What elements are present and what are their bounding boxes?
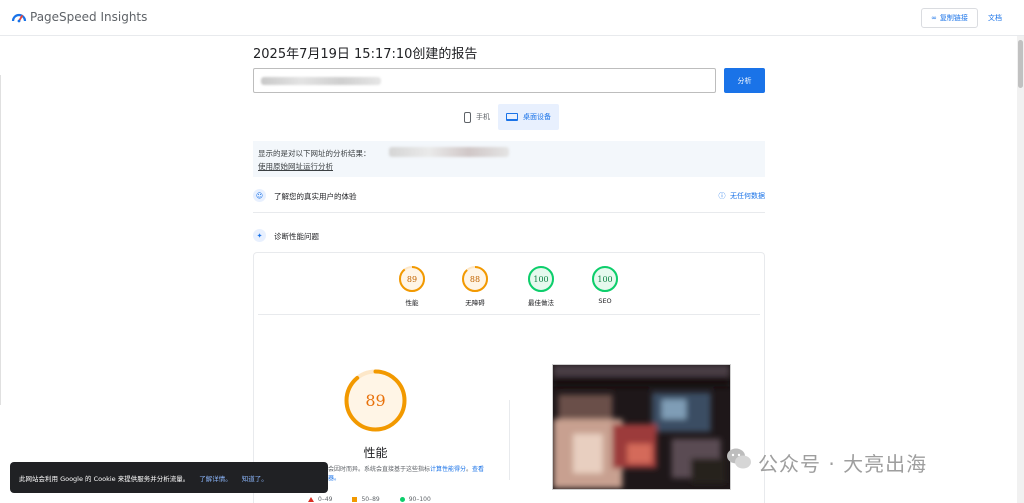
legend-average-label: 50–89 <box>361 496 380 503</box>
performance-label: 性能 <box>363 446 388 460</box>
score-gauge-2[interactable]: 100 <box>527 265 555 293</box>
top-bar <box>0 0 1024 36</box>
gauge-score: 88 <box>469 274 481 284</box>
laptop-icon <box>506 113 518 121</box>
pass-icon <box>399 497 405 502</box>
url-input[interactable] <box>253 68 716 93</box>
device-toggle: 手机 桌面设备 <box>456 104 559 130</box>
copy-link-label: 复制链接 <box>939 14 968 22</box>
gauge-label: 最佳做法 <box>528 299 554 307</box>
redacted-url <box>261 77 381 85</box>
docs-link[interactable]: 文档 <box>988 13 1002 23</box>
brand-name[interactable]: PageSpeed Insights <box>30 10 147 24</box>
result-info-box: 显示的是对以下网址的分析结果： 使用原始网址运行分析 <box>253 141 765 177</box>
phone-icon <box>464 111 471 123</box>
diagnose-section: ✦ 诊断性能问题 <box>253 224 765 250</box>
redacted-analyzed-url <box>389 147 509 157</box>
cookie-banner: 此网站会利用 Google 的 Cookie 来提供服务并分析流量。 了解详情。… <box>10 462 328 493</box>
no-data-text: 无任何数据 <box>730 192 765 200</box>
link-icon: ∞ <box>931 14 937 22</box>
fail-icon <box>308 497 314 502</box>
legend-pass: 90–100 <box>399 496 431 503</box>
score-legend: 0–49 50–89 90–100 <box>308 496 431 503</box>
score-gauge-1[interactable]: 88 <box>461 265 489 293</box>
diagnose-icon: ✦ <box>253 229 266 242</box>
watermark-text: 公众号 · 大亮出海 <box>758 452 928 476</box>
cookie-ok-button[interactable]: 知道了。 <box>242 473 268 483</box>
page-screenshot-thumbnail <box>552 364 731 490</box>
section-divider <box>253 212 765 213</box>
gauge-score: 100 <box>533 274 549 284</box>
score-gauge-0[interactable]: 89 <box>398 265 426 293</box>
legend-pass-label: 90–100 <box>408 496 431 503</box>
average-icon <box>352 497 358 502</box>
report-title: 2025年7月19日 15:17:10创建的报告 <box>253 47 478 62</box>
original-url-link[interactable]: 使用原始网址运行分析 <box>258 161 333 172</box>
tab-desktop-label: 桌面设备 <box>523 113 551 121</box>
legend-fail-label: 0–49 <box>318 496 333 503</box>
users-icon: ☺ <box>253 189 266 202</box>
result-label: 显示的是对以下网址的分析结果： <box>258 149 371 158</box>
calc-score-link[interactable]: 计算性能得分 <box>430 466 466 473</box>
tab-desktop[interactable]: 桌面设备 <box>498 104 559 130</box>
scrollbar-track[interactable] <box>1017 36 1024 503</box>
legend-fail: 0–49 <box>308 496 332 503</box>
wechat-icon <box>727 448 751 469</box>
vertical-divider <box>509 400 510 480</box>
divider <box>0 75 1 405</box>
desc-text: 可能会因时而异。系统会直接基于这些指标 <box>316 466 431 473</box>
no-data-label: ⓘ 无任何数据 <box>719 191 765 201</box>
cookie-text: 此网站会利用 Google 的 Cookie 来提供服务并分析流量。 <box>19 474 190 483</box>
gauge-label: 性能 <box>405 299 419 307</box>
score-gauge-3[interactable]: 100 <box>591 265 619 293</box>
legend-average: 50–89 <box>352 496 380 503</box>
gauge-score: 100 <box>597 274 613 284</box>
gauge-score: 89 <box>406 274 418 284</box>
pagespeed-logo-icon <box>11 13 27 23</box>
gauge-label: SEO <box>598 297 612 305</box>
diagnose-title: 诊断性能问题 <box>274 232 319 241</box>
tab-mobile-label: 手机 <box>476 113 490 121</box>
cookie-learn-more-link[interactable]: 了解详情。 <box>199 473 232 483</box>
card-divider <box>258 314 760 315</box>
performance-score: 89 <box>365 391 386 410</box>
real-users-title: 了解您的真实用户的体验 <box>274 192 357 201</box>
tab-mobile[interactable]: 手机 <box>456 104 498 130</box>
copy-link-button[interactable]: ∞ 复制链接 <box>921 8 978 28</box>
analyze-button[interactable]: 分析 <box>724 68 765 93</box>
gauge-label: 无障碍 <box>465 299 485 307</box>
scrollbar-thumb[interactable] <box>1018 40 1023 88</box>
performance-description: 可能会因时而异。系统会直接基于这些指标计算性能得分。查看计算器。 <box>316 465 486 483</box>
real-users-section[interactable]: ☺ 了解您的真实用户的体验 ⓘ 无任何数据 <box>253 184 765 210</box>
info-icon: ⓘ <box>718 192 730 200</box>
